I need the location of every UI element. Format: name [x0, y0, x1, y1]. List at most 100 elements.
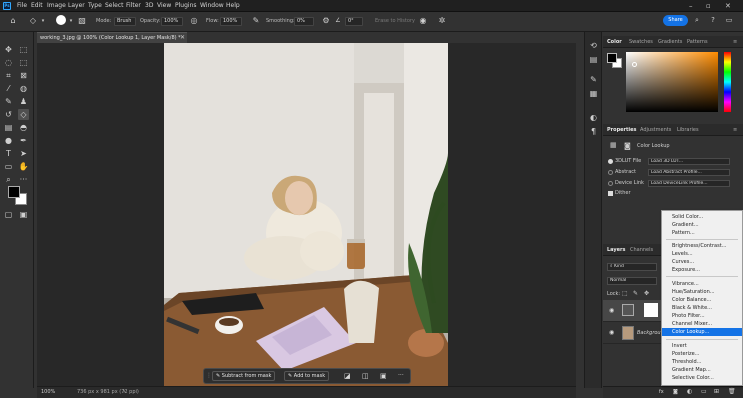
- crop-tool-icon[interactable]: ⌗: [3, 70, 14, 81]
- delete-layer-icon[interactable]: 🗑: [728, 388, 736, 395]
- tab-patterns[interactable]: Patterns: [687, 39, 708, 45]
- flow-field[interactable]: 100%: [220, 17, 242, 26]
- layer-row-color-lookup[interactable]: ◉: [603, 300, 663, 322]
- brush-chevron-icon[interactable]: ▾: [66, 16, 76, 26]
- adjustments-panel-icon[interactable]: ◐: [588, 112, 599, 123]
- lock-pixels-icon[interactable]: ⬚: [622, 290, 628, 297]
- hand-tool-icon[interactable]: ✋: [18, 161, 29, 172]
- chevron-down-icon[interactable]: ▾: [38, 16, 48, 26]
- blend-mode-select[interactable]: Normal: [607, 277, 657, 285]
- search-icon[interactable]: ⌕: [692, 15, 702, 25]
- lock-position-icon[interactable]: ✥: [644, 290, 649, 297]
- menu-item-brightness-contrast[interactable]: Brightness/Contrast...: [662, 242, 742, 250]
- healing-tool-icon[interactable]: ◍: [18, 83, 29, 94]
- minimize-icon[interactable]: –: [689, 2, 693, 10]
- workspace-icon[interactable]: ▭: [724, 15, 734, 25]
- select-3dlut[interactable]: Load 3D LUT...: [648, 158, 730, 165]
- menu-filter[interactable]: Filter: [126, 2, 141, 9]
- fill-mask-icon[interactable]: ▣: [380, 372, 387, 380]
- gradient-tool-icon[interactable]: ▤: [3, 122, 14, 133]
- symmetry-icon[interactable]: ✲: [437, 16, 447, 26]
- select-abstract[interactable]: Load Abstract Profile...: [648, 169, 730, 176]
- radio-abstract[interactable]: [608, 170, 613, 175]
- angle-field[interactable]: 0°: [345, 17, 363, 26]
- menu-item-gradient-map[interactable]: Gradient Map...: [662, 366, 742, 374]
- menu-item-vibrance[interactable]: Vibrance...: [662, 280, 742, 288]
- maximize-icon[interactable]: ▫: [706, 2, 711, 10]
- menu-item-levels[interactable]: Levels...: [662, 250, 742, 258]
- clone-stamp-icon[interactable]: ♟: [18, 96, 29, 107]
- swatches-panel-icon[interactable]: ▦: [588, 88, 599, 99]
- more-options-icon[interactable]: ···: [398, 372, 404, 379]
- pressure-opacity-icon[interactable]: ◎: [189, 16, 199, 26]
- menu-item-black-white[interactable]: Black & White...: [662, 304, 742, 312]
- menu-item-posterize[interactable]: Posterize...: [662, 350, 742, 358]
- add-to-mask-button[interactable]: ✎ Add to mask: [284, 371, 330, 381]
- eyedropper-tool-icon[interactable]: ⁄: [3, 83, 14, 94]
- more-tools-icon[interactable]: ···: [18, 174, 29, 185]
- menu-help[interactable]: Help: [226, 2, 240, 9]
- menu-item-color-lookup[interactable]: Color Lookup...: [662, 328, 742, 336]
- tab-channels[interactable]: Channels: [630, 247, 653, 253]
- menu-window[interactable]: Window: [200, 2, 224, 9]
- menu-item-pattern[interactable]: Pattern...: [662, 229, 742, 237]
- menu-item-curves[interactable]: Curves...: [662, 258, 742, 266]
- menu-item-channel-mixer[interactable]: Channel Mixer...: [662, 320, 742, 328]
- brush-settings-icon[interactable]: ▧: [77, 16, 87, 26]
- menu-item-hue-saturation[interactable]: Hue/Saturation...: [662, 288, 742, 296]
- panel-menu-icon[interactable]: ≡: [733, 39, 737, 45]
- type-tool-icon[interactable]: T: [3, 148, 14, 159]
- menu-file[interactable]: File: [17, 2, 27, 9]
- tab-libraries[interactable]: Libraries: [677, 127, 699, 133]
- menu-item-invert[interactable]: Invert: [662, 342, 742, 350]
- brush-settings-panel-icon[interactable]: ✎: [588, 74, 599, 85]
- tab-color[interactable]: Color: [607, 39, 622, 45]
- lasso-tool-icon[interactable]: ◌: [3, 57, 14, 68]
- menu-plugins[interactable]: Plugins: [175, 2, 197, 9]
- zoom-level[interactable]: 100%: [41, 389, 55, 395]
- share-button[interactable]: Share: [663, 15, 688, 26]
- close-tab-icon[interactable]: ✕: [180, 34, 185, 41]
- home-icon[interactable]: ⌂: [8, 16, 18, 26]
- new-adjustment-icon[interactable]: ◐: [687, 388, 692, 395]
- menu-item-photo-filter[interactable]: Photo Filter...: [662, 312, 742, 320]
- menu-item-selective-color[interactable]: Selective Color...: [662, 374, 742, 382]
- status-chevron-icon[interactable]: ›: [123, 388, 125, 395]
- menu-layer[interactable]: Layer: [68, 2, 85, 9]
- layer-row-background[interactable]: ◉ Backgrou: [603, 322, 663, 344]
- new-layer-icon[interactable]: ⊞: [714, 388, 719, 395]
- artboard-tool-icon[interactable]: ⬚: [18, 44, 29, 55]
- quick-mask-icon[interactable]: ▢: [3, 209, 14, 220]
- eraser-tool-icon-active[interactable]: ◇: [18, 109, 29, 120]
- properties-menu-icon[interactable]: ≡: [733, 127, 737, 133]
- history-panel-icon[interactable]: ⟲: [588, 40, 599, 51]
- layer-mask-thumb[interactable]: [644, 303, 658, 317]
- rectangle-tool-icon[interactable]: ▭: [3, 161, 14, 172]
- select-device-link[interactable]: Load DeviceLink Profile...: [648, 180, 730, 187]
- paragraph-panel-icon[interactable]: ¶: [588, 126, 599, 137]
- menu-edit[interactable]: Edit: [31, 2, 43, 9]
- document-tab[interactable]: working_3.jpg @ 100% (Color Lookup 1, La…: [37, 32, 187, 43]
- mask-icon[interactable]: ◙: [624, 142, 631, 150]
- move-tool-icon[interactable]: ✥: [3, 44, 14, 55]
- menu-image[interactable]: Image: [47, 2, 66, 9]
- pressure-size-icon[interactable]: ◉: [418, 16, 428, 26]
- brush-preset-icon[interactable]: [56, 15, 66, 25]
- color-picker-handle[interactable]: [632, 62, 637, 67]
- erase-to-history-checkbox[interactable]: Erase to History: [375, 18, 415, 24]
- airbrush-icon[interactable]: ✎: [251, 16, 261, 26]
- menu-type[interactable]: Type: [88, 2, 102, 9]
- dither-checkbox[interactable]: [608, 191, 613, 196]
- path-selection-icon[interactable]: ➤: [18, 148, 29, 159]
- tab-adjustments[interactable]: Adjustments: [640, 127, 671, 133]
- brush-tool-icon[interactable]: ✎: [3, 96, 14, 107]
- close-icon[interactable]: ✕: [725, 2, 731, 10]
- document-image[interactable]: [164, 43, 448, 386]
- subtract-from-mask-button[interactable]: ✎ Subtract from mask: [212, 371, 276, 381]
- tab-layers[interactable]: Layers: [607, 247, 626, 253]
- tab-swatches[interactable]: Swatches: [629, 39, 653, 45]
- opacity-field[interactable]: 100%: [161, 17, 183, 26]
- eraser-tool-icon[interactable]: ◇: [28, 16, 38, 26]
- fx-icon[interactable]: fx: [659, 389, 664, 395]
- menu-item-color-balance[interactable]: Color Balance...: [662, 296, 742, 304]
